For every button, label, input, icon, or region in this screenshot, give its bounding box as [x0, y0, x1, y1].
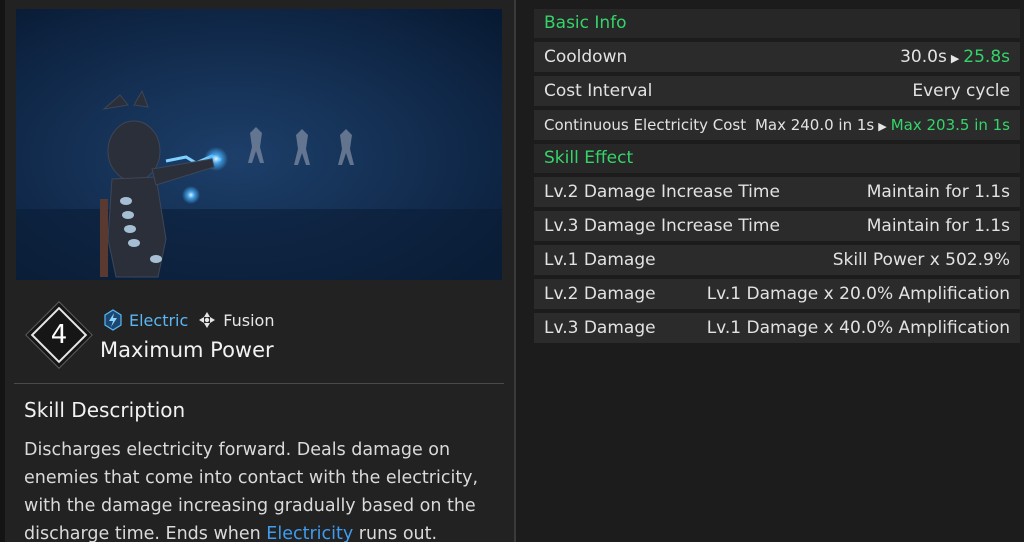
stat-boosted-value: Max 203.5 in 1s [890, 116, 1010, 134]
effect-row: Lv.1 Damage Skill Power x 502.9% [534, 245, 1020, 275]
stat-value: Max 240.0 in 1s ▶ Max 203.5 in 1s [755, 116, 1010, 134]
effect-row: Lv.2 Damage Lv.1 Damage x 20.0% Amplific… [534, 279, 1020, 309]
effect-row: Lv.3 Damage Lv.1 Damage x 40.0% Amplific… [534, 313, 1020, 343]
effect-value: Lv.1 Damage x 20.0% Amplification [706, 284, 1010, 304]
tag-electric: Electric [102, 309, 188, 331]
skill-stats-panel: Basic Info Cooldown 30.0s ▶ 25.8s Cost Int… [534, 9, 1020, 347]
stat-value: Every cycle [912, 81, 1010, 101]
stat-row-cost-interval: Cost Interval Every cycle [534, 76, 1020, 106]
stat-base-value: 30.0s [900, 47, 947, 67]
tag-fusion-label: Fusion [223, 310, 275, 330]
stat-base-value: Max 240.0 in 1s [754, 116, 875, 134]
effect-label: Lv.2 Damage [544, 284, 656, 304]
skill-slot-number: 4 [50, 320, 68, 350]
fusion-icon [196, 309, 218, 331]
basic-info-heading: Basic Info [534, 9, 1020, 38]
divider [14, 383, 504, 384]
effect-label: Lv.1 Damage [544, 250, 656, 270]
stat-row-cooldown: Cooldown 30.0s ▶ 25.8s [534, 42, 1020, 72]
stat-value: 30.0s ▶ 25.8s [900, 47, 1010, 67]
skill-slot-badge: 4 [28, 304, 90, 366]
tag-fusion: Fusion [196, 309, 274, 331]
description-text-part: runs out. [353, 524, 438, 542]
tag-electric-label: Electric [129, 310, 189, 330]
stat-boosted-value: 25.8s [963, 47, 1010, 67]
effect-value: Maintain for 1.1s [866, 216, 1010, 236]
skill-preview-video[interactable] [16, 9, 502, 280]
effect-row: Lv.2 Damage Increase Time Maintain for 1… [534, 177, 1020, 207]
effect-label: Lv.2 Damage Increase Time [544, 182, 780, 202]
skill-detail-screen: 4 Electric Fusion Maximum Power Skill De… [0, 0, 1024, 542]
effect-value: Maintain for 1.1s [866, 182, 1010, 202]
effect-value: Skill Power x 502.9% [832, 250, 1010, 270]
description-title: Skill Description [24, 398, 186, 422]
effect-row: Lv.3 Damage Increase Time Maintain for 1… [534, 211, 1020, 241]
effect-label: Lv.3 Damage Increase Time [544, 216, 780, 236]
effect-label: Lv.3 Damage [544, 318, 656, 338]
arrow-right-icon: ▶ [878, 120, 887, 133]
skill-effect-heading: Skill Effect [534, 144, 1020, 173]
skill-tags: Electric Fusion [102, 306, 282, 334]
stat-row-electricity-cost: Continuous Electricity Cost Max 240.0 in… [534, 110, 1020, 140]
stat-label: Continuous Electricity Cost [544, 116, 747, 134]
effect-value: Lv.1 Damage x 40.0% Amplification [706, 318, 1010, 338]
skill-name: Maximum Power [100, 338, 274, 362]
skill-overview-panel: 4 Electric Fusion Maximum Power Skill De… [0, 0, 516, 542]
arrow-right-icon: ▶ [950, 52, 960, 65]
electricity-keyword-link[interactable]: Electricity [266, 524, 353, 542]
skill-header: 4 Electric Fusion Maximum Power [28, 302, 498, 370]
description-text: Discharges electricity forward. Deals da… [24, 436, 494, 542]
stat-label: Cooldown [544, 47, 628, 67]
lightning-icon [102, 309, 124, 331]
stat-label: Cost Interval [544, 81, 653, 101]
